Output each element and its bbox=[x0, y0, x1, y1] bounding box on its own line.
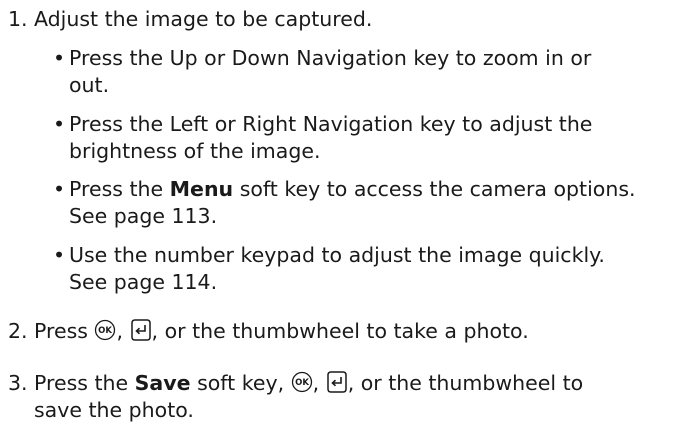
step-text: Press OK, , or the thumbwheel to take a … bbox=[34, 318, 529, 343]
bullet-line: brightness of the image. bbox=[69, 139, 321, 163]
bullet-dot: • bbox=[53, 112, 66, 136]
enter-key-icon bbox=[326, 370, 348, 394]
step-text: Press the Save soft key, OK, , or the th… bbox=[34, 370, 674, 424]
bullet-dot: • bbox=[53, 177, 66, 201]
bullet-text: soft key to access the camera options. bbox=[239, 177, 636, 201]
ok-key-icon: OK bbox=[94, 319, 116, 341]
step-number: 3. bbox=[8, 371, 28, 395]
bullet-line: Press the Up or Down Navigation key to z… bbox=[69, 46, 592, 70]
bullet-line: Press the Left or Right Navigation key t… bbox=[69, 112, 593, 136]
step-text: Adjust the image to be captured. bbox=[34, 7, 373, 31]
bullet-line: out. bbox=[69, 73, 110, 97]
bullet-text: Press the bbox=[69, 177, 164, 201]
bullet-line: See page 114. bbox=[69, 270, 218, 294]
step-number: 1. bbox=[8, 7, 28, 31]
step-line: Press the Save soft key, OK, , or the th… bbox=[34, 370, 584, 395]
svg-text:OK: OK bbox=[295, 378, 309, 388]
bullet-dot: • bbox=[53, 243, 66, 267]
enter-key-icon bbox=[130, 318, 152, 342]
svg-text:OK: OK bbox=[99, 326, 113, 336]
bullet-line: Press the Menu soft key to access the ca… bbox=[69, 176, 669, 203]
step-line: save the photo. bbox=[34, 398, 194, 422]
save-key-label: Save bbox=[134, 371, 191, 395]
menu-key-label: Menu bbox=[169, 177, 234, 201]
bullet-dot: • bbox=[53, 46, 66, 70]
bullet-line: See page 113. bbox=[69, 204, 218, 228]
bullet-line: Use the number keypad to adjust the imag… bbox=[69, 243, 605, 267]
ok-key-icon: OK bbox=[291, 371, 313, 393]
step-number: 2. bbox=[8, 319, 28, 343]
